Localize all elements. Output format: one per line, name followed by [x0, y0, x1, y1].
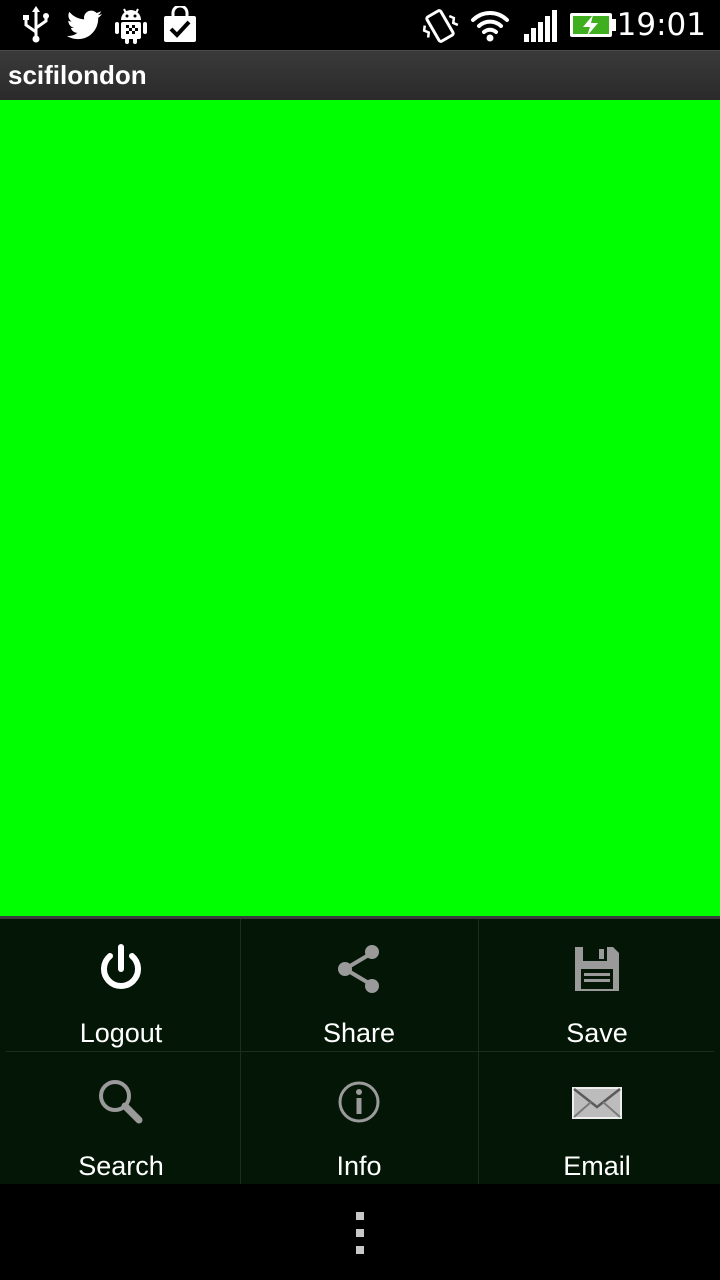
twitter-icon	[66, 10, 102, 40]
share-label: Share	[322, 1018, 396, 1048]
title-bar: scifilondon	[0, 50, 720, 100]
clock-time: 19:01	[616, 7, 706, 43]
options-menu: Logout Share Save Search Info Email	[0, 916, 720, 1184]
info-label: Info	[336, 1151, 382, 1181]
share-icon	[338, 945, 379, 993]
content-area	[0, 100, 720, 916]
info-icon	[338, 1081, 380, 1123]
search-icon	[99, 1080, 143, 1124]
email-button[interactable]: Email	[478, 1052, 716, 1184]
usb-icon	[23, 6, 49, 43]
logout-label: Logout	[79, 1018, 163, 1048]
signal-icon	[524, 10, 557, 42]
wifi-icon	[471, 10, 509, 42]
envelope-icon	[572, 1087, 622, 1119]
logout-button[interactable]: Logout	[2, 919, 240, 1051]
overflow-menu-icon[interactable]	[352, 1210, 368, 1256]
search-button[interactable]: Search	[2, 1052, 240, 1184]
status-bar: 19:01	[0, 0, 720, 50]
android-debug-icon	[115, 8, 147, 44]
search-label: Search	[78, 1151, 164, 1181]
page-title: scifilondon	[8, 60, 147, 90]
battery-charging-icon	[570, 13, 616, 37]
power-icon	[101, 944, 141, 989]
email-label: Email	[563, 1151, 631, 1181]
save-button[interactable]: Save	[478, 919, 716, 1051]
navigation-bar	[0, 1184, 720, 1280]
share-button[interactable]: Share	[240, 919, 478, 1051]
vibrate-icon	[422, 9, 459, 43]
market-update-icon	[164, 6, 196, 42]
floppy-disk-icon	[575, 947, 619, 991]
save-label: Save	[566, 1018, 628, 1048]
info-button[interactable]: Info	[240, 1052, 478, 1184]
